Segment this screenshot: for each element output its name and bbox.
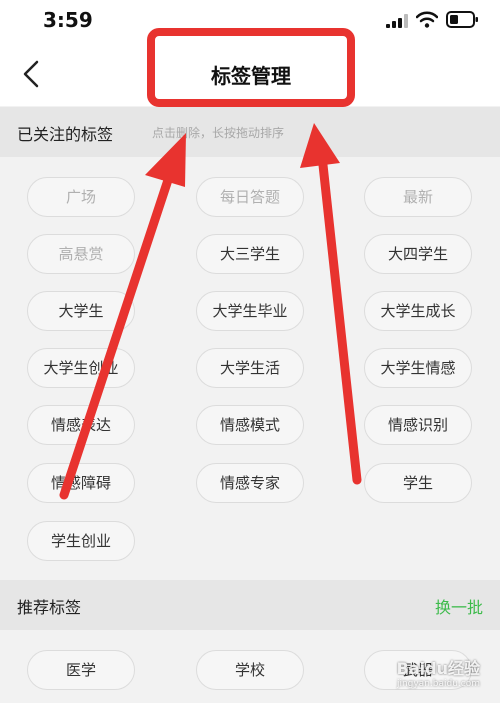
tag-chip[interactable]: 情感模式: [196, 405, 304, 445]
tag-chip[interactable]: 高悬赏: [27, 234, 135, 274]
tag-chip[interactable]: 大学生创业: [27, 348, 135, 388]
status-time: 3:59: [43, 8, 93, 32]
tag-chip[interactable]: 广场: [27, 177, 135, 217]
tag-chip[interactable]: 大学生: [27, 291, 135, 331]
tag-chip[interactable]: 医学: [27, 650, 135, 690]
tag-chip[interactable]: 大三学生: [196, 234, 304, 274]
back-arrow-icon[interactable]: [20, 59, 42, 89]
tag-chip[interactable]: 学生创业: [27, 521, 135, 561]
page-title: 标签管理: [211, 64, 291, 88]
tag-chip[interactable]: 大学生成长: [364, 291, 472, 331]
watermark: Baidu经验 jingyan.baidu.com: [397, 655, 480, 689]
swap-batch-button[interactable]: 换一批: [435, 594, 483, 618]
tag-chip[interactable]: 学生: [364, 463, 472, 503]
annotation-arrow: [300, 123, 362, 485]
tag-chip[interactable]: 情感识别: [364, 405, 472, 445]
tag-chip[interactable]: 每日答题: [196, 177, 304, 217]
followed-tags-header: 已关注的标签 点击删除，长按拖动排序: [0, 107, 500, 157]
tag-chip[interactable]: 大学生活: [196, 348, 304, 388]
watermark-main: Baidu经验: [396, 659, 480, 678]
tag-chip[interactable]: 情感专家: [196, 463, 304, 503]
tag-chip[interactable]: 情感表达: [27, 405, 135, 445]
tag-chip[interactable]: 情感障碍: [27, 463, 135, 503]
tag-chip[interactable]: 学校: [196, 650, 304, 690]
followed-tags-hint: 点击删除，长按拖动排序: [152, 126, 285, 140]
tag-chip[interactable]: 大四学生: [364, 234, 472, 274]
tag-chip[interactable]: 大学生情感: [364, 348, 472, 388]
tag-chip[interactable]: 大学生毕业: [196, 291, 304, 331]
wifi-icon: [416, 11, 438, 28]
followed-tags-title: 已关注的标签: [17, 125, 114, 144]
signal-icon: [386, 14, 408, 28]
tag-chip[interactable]: 最新: [364, 177, 472, 217]
recommended-tags-header: 推荐标签 换一批: [0, 580, 500, 630]
watermark-sub: jingyan.baidu.com: [396, 679, 480, 689]
recommended-tags-title: 推荐标签: [17, 598, 82, 617]
battery-icon: [446, 11, 478, 28]
